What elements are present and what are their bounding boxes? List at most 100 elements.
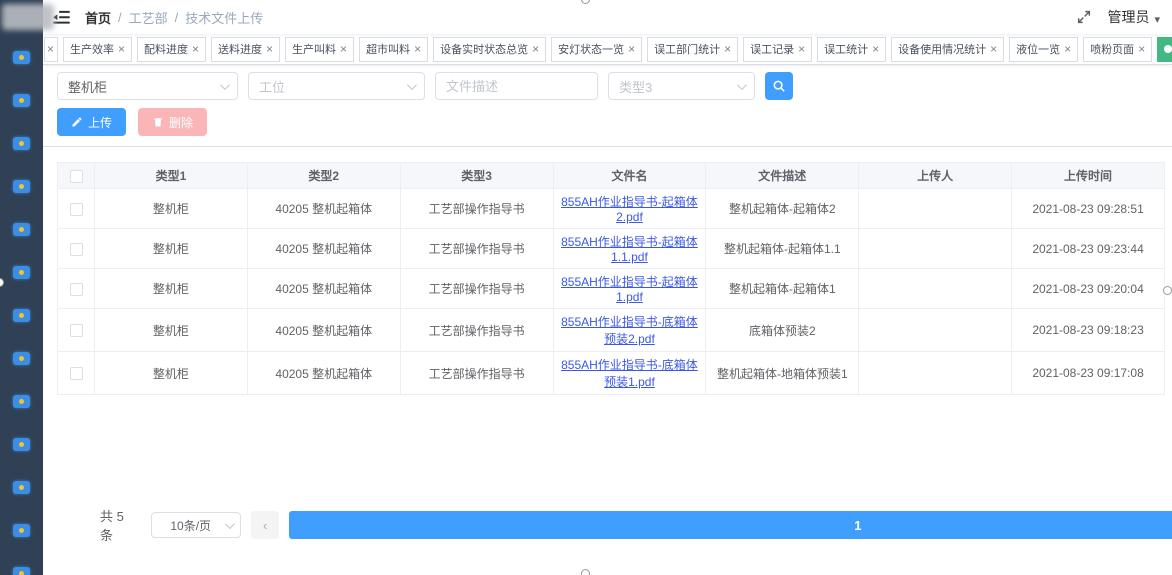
file-desc-input[interactable]: [435, 72, 598, 100]
file-link[interactable]: 855AH作业指导书-起箱体1.1.pdf: [561, 235, 698, 264]
page-number-button[interactable]: 1: [289, 511, 1172, 539]
tab-close-icon[interactable]: ×: [628, 43, 635, 55]
sidebar-item[interactable]: [0, 251, 43, 294]
tags-view: × 生产效率×配料进度×送料进度×生产叫料×超市叫料×设备实时状态总览×安灯状态…: [43, 34, 1172, 65]
cell-type2: 40205 整机起箱体: [247, 229, 400, 269]
top-navbar: 首页 / 工艺部 / 技术文件上传 管理员 ▾: [43, 0, 1172, 34]
select-all-checkbox[interactable]: [70, 170, 83, 183]
row-checkbox[interactable]: [70, 283, 83, 296]
file-link[interactable]: 855AH作业指导书-底箱体预装2.pdf: [561, 315, 698, 346]
tab[interactable]: 安灯状态一览×: [551, 37, 642, 62]
collapse-menu-icon[interactable]: [51, 7, 71, 27]
tab[interactable]: 送料进度 ×: [211, 37, 280, 62]
column-header: 文件描述: [706, 163, 859, 189]
row-checkbox[interactable]: [70, 243, 83, 256]
tab[interactable]: 设备使用情况统计×: [891, 37, 1004, 62]
tab-close-icon[interactable]: ×: [724, 43, 731, 55]
breadcrumb-department[interactable]: 工艺部: [129, 8, 168, 27]
section-divider: [43, 146, 1172, 147]
tab-close-icon[interactable]: ×: [266, 43, 273, 55]
sidebar-item[interactable]: [0, 423, 43, 466]
file-link[interactable]: 855AH作业指导书-底箱体预装1.pdf: [561, 358, 698, 389]
file-link[interactable]: 855AH作业指导书-起箱体2.pdf: [561, 195, 698, 224]
upload-button-label: 上传: [88, 114, 112, 131]
sidebar-item[interactable]: [0, 208, 43, 251]
crop-handle: [1163, 286, 1172, 295]
table-row: 整机柜40205 整机起箱体工艺部操作指导书855AH作业指导书-底箱体预装1.…: [58, 352, 1165, 395]
tab-active[interactable]: 技术文件上传×: [1157, 37, 1172, 62]
sidebar-item[interactable]: [0, 509, 43, 552]
sidebar-item[interactable]: [0, 294, 43, 337]
cell-type1: 整机柜: [95, 229, 248, 269]
tab-overflow-stub[interactable]: ×: [44, 37, 58, 62]
tab-close-icon[interactable]: ×: [192, 43, 199, 55]
tab[interactable]: 生产叫料 ×: [285, 37, 354, 62]
tab-close-icon[interactable]: ×: [340, 43, 347, 55]
tab-close-icon[interactable]: ×: [798, 43, 805, 55]
tab-close-icon[interactable]: ×: [414, 43, 421, 55]
sidebar-item[interactable]: [0, 79, 43, 122]
upload-button[interactable]: 上传: [57, 108, 126, 136]
row-checkbox[interactable]: [70, 367, 83, 380]
cell-upload-time: 2021-08-23 09:28:51: [1012, 189, 1165, 229]
module-icon: [13, 352, 30, 365]
tab-label: 液位一览: [1016, 41, 1060, 57]
tab-label: 生产叫料: [292, 41, 336, 57]
tab[interactable]: 误工统计×: [817, 37, 886, 62]
crop-handle: [581, 569, 590, 575]
row-checkbox[interactable]: [70, 203, 83, 216]
column-header: 类型3: [400, 163, 553, 189]
tab[interactable]: 液位一览 ×: [1009, 37, 1078, 62]
page-size-select[interactable]: 10条/页: [151, 512, 241, 538]
row-checkbox[interactable]: [70, 324, 83, 337]
sidebar-item[interactable]: [0, 337, 43, 380]
type3-select[interactable]: 类型3: [608, 72, 755, 100]
column-header: 类型1: [95, 163, 248, 189]
user-menu[interactable]: 管理员 ▾: [1107, 7, 1160, 27]
tab-close-icon[interactable]: ×: [872, 43, 879, 55]
tab[interactable]: 设备实时状态总览 ×: [433, 37, 546, 62]
chevron-down-icon: [737, 80, 747, 90]
tab-close-icon[interactable]: ×: [1064, 43, 1071, 55]
row-select-cell: [58, 189, 95, 229]
cell-file-name: 855AH作业指导书-起箱体2.pdf: [553, 189, 706, 229]
tab[interactable]: 误工部门统计×: [647, 37, 738, 62]
cell-type3: 工艺部操作指导书: [400, 269, 553, 309]
tab[interactable]: 误工记录 ×: [743, 37, 812, 62]
breadcrumb-home[interactable]: 首页: [85, 8, 111, 27]
delete-button[interactable]: 删除: [138, 108, 207, 136]
type1-select[interactable]: 整机柜: [57, 72, 238, 100]
tab-label: 送料进度: [218, 41, 262, 57]
prev-page-button[interactable]: ‹: [251, 511, 279, 539]
tab-close-icon[interactable]: ×: [532, 43, 539, 55]
tab-close-icon[interactable]: ×: [1138, 43, 1145, 55]
tab[interactable]: 喷粉页面×: [1083, 37, 1152, 62]
tab-close-icon[interactable]: ×: [118, 43, 125, 55]
file-link[interactable]: 855AH作业指导书-起箱体1.pdf: [561, 275, 698, 304]
column-header: 上传人: [859, 163, 1012, 189]
sidebar-item[interactable]: [0, 466, 43, 509]
fullscreen-icon[interactable]: [1075, 8, 1093, 26]
tab-label: 超市叫料: [366, 41, 410, 57]
station-select[interactable]: 工位: [248, 72, 425, 100]
cell-upload-time: 2021-08-23 09:17:08: [1012, 352, 1165, 395]
tab[interactable]: 超市叫料 ×: [359, 37, 428, 62]
tab[interactable]: 生产效率×: [63, 37, 132, 62]
tab-close-icon[interactable]: ×: [47, 43, 54, 55]
tab[interactable]: 配料进度×: [137, 37, 206, 62]
pencil-icon: [71, 116, 83, 128]
tab-close-icon[interactable]: ×: [990, 43, 997, 55]
sidebar-item[interactable]: [0, 165, 43, 208]
sidebar-item[interactable]: [0, 36, 43, 79]
cell-type3: 工艺部操作指导书: [400, 352, 553, 395]
sidebar-item[interactable]: [0, 552, 43, 575]
delete-button-label: 删除: [169, 114, 193, 131]
cell-file-name: 855AH作业指导书-起箱体1.1.pdf: [553, 229, 706, 269]
tab-label: 设备实时状态总览: [440, 41, 528, 57]
sidebar-item[interactable]: [0, 122, 43, 165]
module-icon: [13, 481, 30, 494]
search-button[interactable]: [765, 72, 793, 100]
sidebar-item[interactable]: [0, 380, 43, 423]
tab-label: 误工记录: [750, 41, 794, 57]
pagination-total: 共 5 条: [100, 506, 139, 544]
